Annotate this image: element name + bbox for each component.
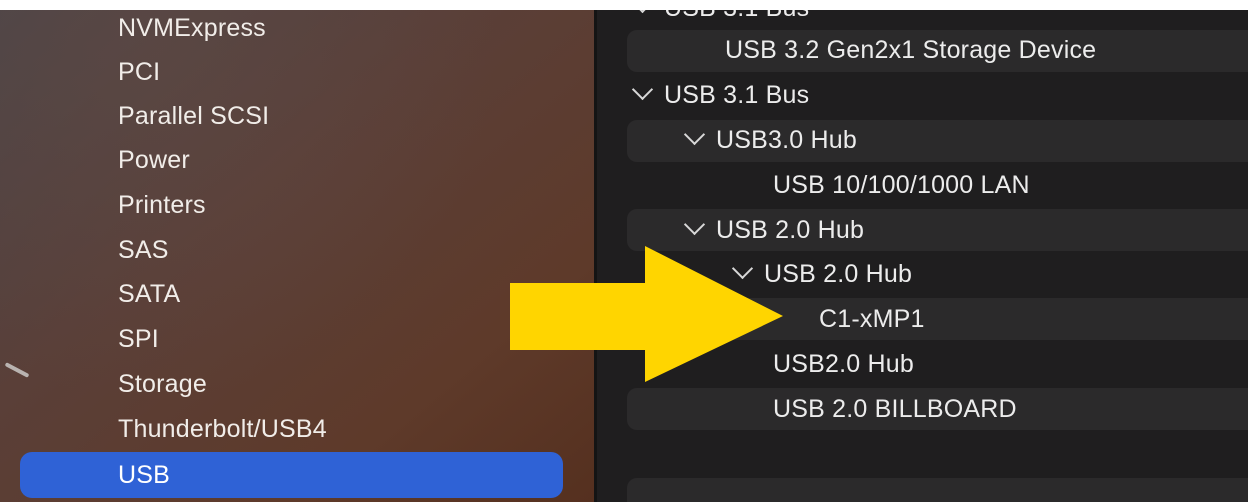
sidebar-item-spi[interactable]: SPI bbox=[118, 317, 159, 361]
tree-node-label: USB 2.0 BILLBOARD bbox=[773, 395, 1017, 423]
sidebar-item-nvmexpress[interactable]: NVMExpress bbox=[118, 6, 266, 50]
sidebar-item-thunderbolt-usb4[interactable]: Thunderbolt/USB4 bbox=[118, 407, 327, 451]
chevron-down-icon[interactable] bbox=[683, 213, 706, 236]
tree-node[interactable]: USB3.0 Hub bbox=[683, 118, 857, 162]
resize-handle[interactable] bbox=[4, 362, 30, 378]
tree-node-label: USB 2.0 Hub bbox=[764, 260, 913, 288]
tree-node-label: USB3.0 Hub bbox=[716, 126, 857, 154]
tree-node[interactable]: USB 2.0 BILLBOARD bbox=[773, 387, 1017, 431]
chevron-down-icon[interactable] bbox=[683, 123, 706, 146]
sidebar: NVMExpress PCI Parallel SCSI Power Print… bbox=[0, 0, 594, 502]
tree-node[interactable]: USB 3.2 Gen2x1 Storage Device bbox=[725, 28, 1096, 72]
sidebar-item-usb[interactable]: USB bbox=[118, 453, 170, 497]
sidebar-item-pci[interactable]: PCI bbox=[118, 50, 160, 94]
tree-node[interactable]: USB2.0 Hub bbox=[773, 342, 914, 386]
chevron-down-icon[interactable] bbox=[731, 257, 754, 280]
tree-row-background bbox=[627, 298, 1248, 340]
tree-node-label: C1-xMP1 bbox=[819, 305, 925, 333]
sidebar-item-sata[interactable]: SATA bbox=[118, 272, 180, 316]
tree-node-label: USB 10/100/1000 LAN bbox=[773, 171, 1030, 199]
tree-node-label: USB 3.1 Bus bbox=[664, 81, 810, 109]
tree-node[interactable]: USB 2.0 Hub bbox=[731, 252, 913, 296]
sidebar-item-sas[interactable]: SAS bbox=[118, 228, 169, 272]
top-border bbox=[0, 0, 1248, 10]
tree-node-label: USB 2.0 Hub bbox=[716, 216, 865, 244]
tree-node[interactable]: USB 10/100/1000 LAN bbox=[773, 163, 1030, 207]
sidebar-item-parallel-scsi[interactable]: Parallel SCSI bbox=[118, 94, 269, 138]
tree-row-background bbox=[627, 478, 1248, 502]
tree-node[interactable]: USB 2.0 Hub bbox=[683, 208, 865, 252]
chevron-down-icon[interactable] bbox=[631, 78, 654, 101]
device-tree: USB 3.1 Bus USB 3.2 Gen2x1 Storage Devic… bbox=[597, 0, 1248, 502]
sidebar-item-power[interactable]: Power bbox=[118, 138, 190, 182]
sidebar-item-storage[interactable]: Storage bbox=[118, 362, 207, 406]
tree-node-label: USB 3.2 Gen2x1 Storage Device bbox=[725, 36, 1097, 64]
tree-node[interactable]: USB 3.1 Bus bbox=[631, 73, 810, 117]
sidebar-selection-highlight bbox=[20, 452, 563, 498]
tree-node-label: USB2.0 Hub bbox=[773, 350, 914, 378]
tree-node-c1-xmp1[interactable]: C1-xMP1 bbox=[819, 297, 925, 341]
sidebar-item-printers[interactable]: Printers bbox=[118, 183, 206, 227]
